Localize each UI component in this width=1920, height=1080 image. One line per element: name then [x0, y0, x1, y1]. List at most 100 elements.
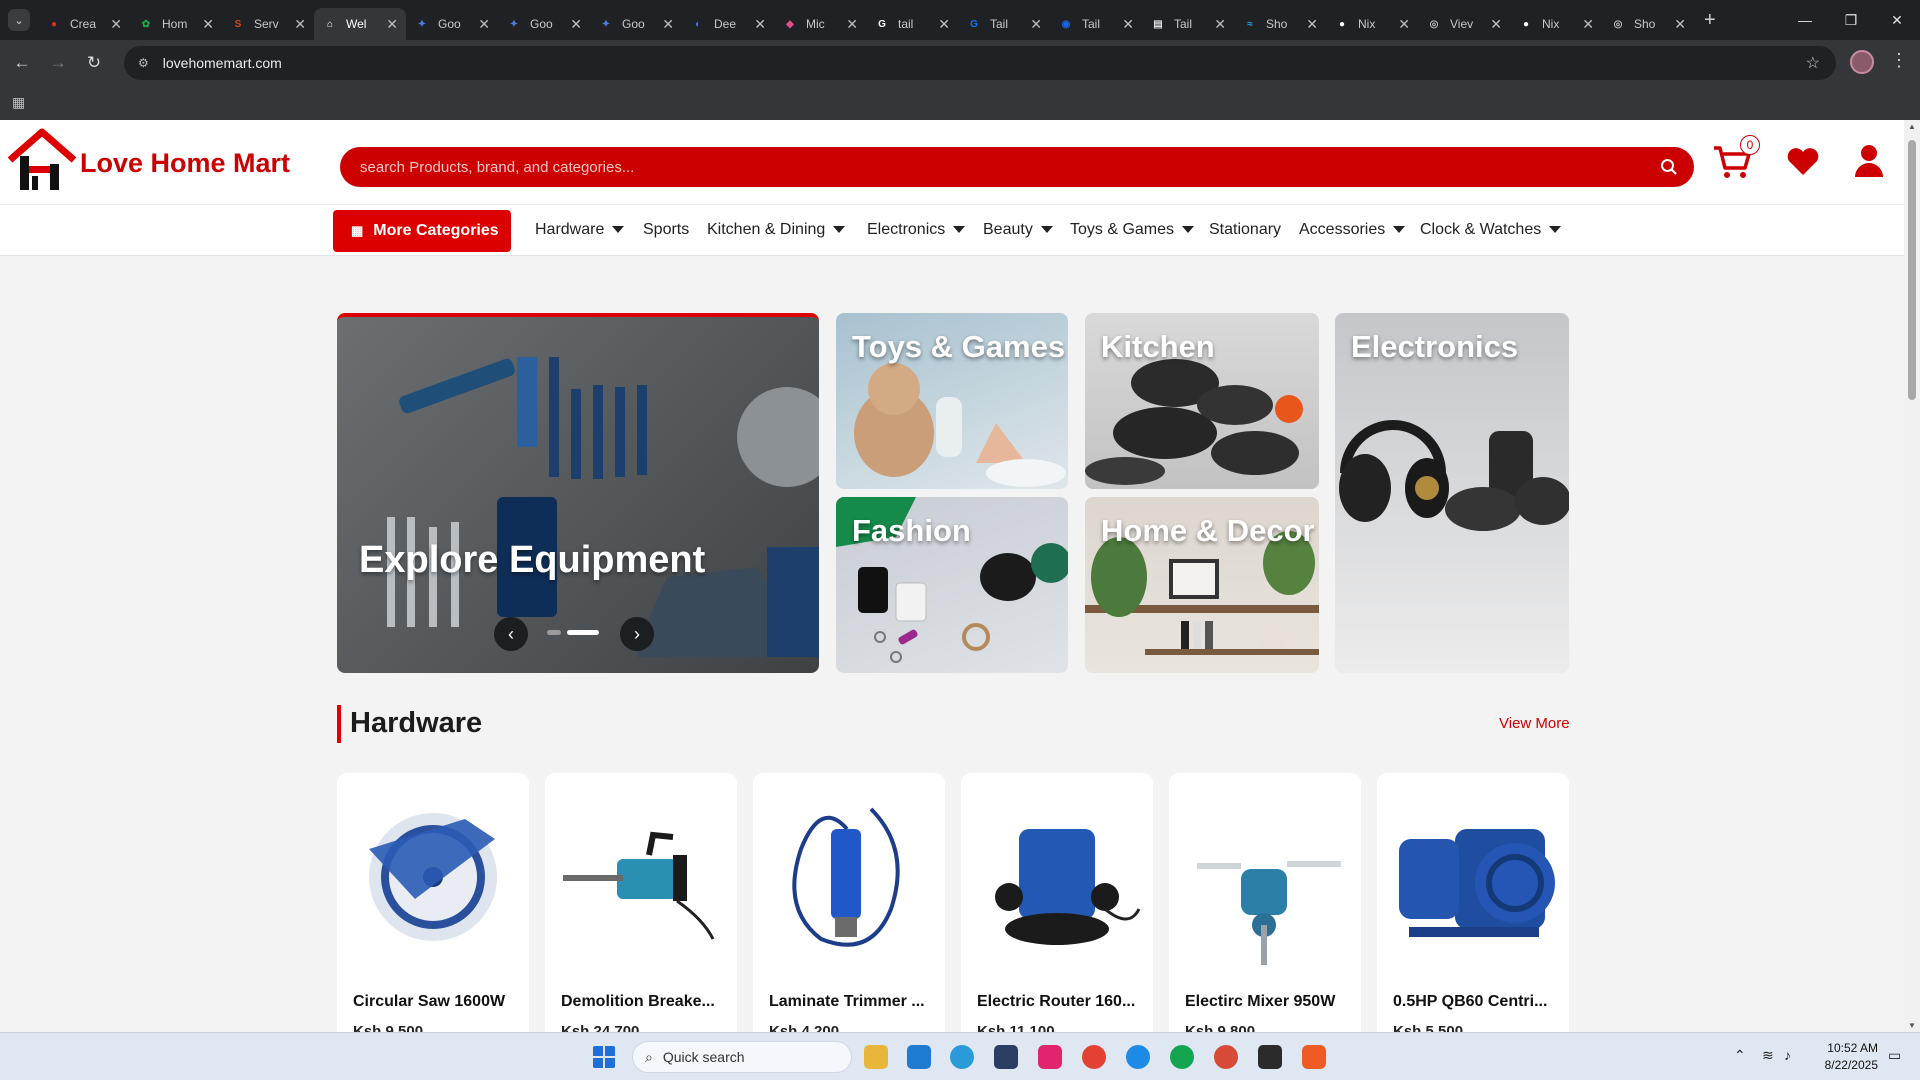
product-name[interactable]: Electric Router 160...: [977, 993, 1135, 1011]
file-explorer-icon[interactable]: [864, 1045, 888, 1069]
close-window-icon[interactable]: ✕: [1874, 12, 1920, 29]
category-link[interactable]: Accessories: [1299, 221, 1406, 239]
edge-icon[interactable]: [950, 1045, 974, 1069]
product-name[interactable]: Electirc Mixer 950W: [1185, 993, 1335, 1011]
slider-prev-button[interactable]: ‹: [494, 617, 528, 651]
browser-menu-icon[interactable]: ⋮: [1890, 50, 1908, 71]
brave-icon[interactable]: [1302, 1045, 1326, 1069]
browser-tab[interactable]: Gtail ✕: [866, 8, 958, 40]
browser-tab[interactable]: ✦ Goo ✕: [498, 8, 590, 40]
address-url[interactable]: lovehomemart.com: [163, 55, 282, 71]
browser-tab[interactable]: ● Nix ✕: [1510, 8, 1602, 40]
ssms-icon[interactable]: [994, 1045, 1018, 1069]
tray-chevron-icon[interactable]: ⌃: [1734, 1047, 1746, 1064]
taskbar-search[interactable]: ⌕ Quick search: [632, 1041, 852, 1073]
vscode-icon[interactable]: [907, 1045, 931, 1069]
tab-close-icon[interactable]: ✕: [846, 16, 858, 33]
tab-close-icon[interactable]: ✕: [1582, 16, 1594, 33]
browser-tab[interactable]: ◆ Mic ✕: [774, 8, 866, 40]
tile-toys-games[interactable]: Toys & Games: [836, 313, 1068, 489]
tab-close-icon[interactable]: ✕: [386, 16, 398, 33]
tile-kitchen[interactable]: Kitchen: [1085, 313, 1319, 489]
apps-grid-icon[interactable]: ▦: [12, 94, 25, 111]
tab-close-icon[interactable]: ✕: [1306, 16, 1318, 33]
product-card[interactable]: Electric Router 160... Ksh 11,100: [961, 773, 1153, 1032]
product-name[interactable]: 0.5HP QB60 Centri...: [1393, 993, 1547, 1011]
slack-icon[interactable]: [1038, 1045, 1062, 1069]
product-image[interactable]: [553, 789, 729, 965]
tab-close-icon[interactable]: ✕: [570, 16, 582, 33]
tab-close-icon[interactable]: ✕: [1214, 16, 1226, 33]
volume-icon[interactable]: ♪: [1784, 1047, 1791, 1063]
chrome-icon[interactable]: [1082, 1045, 1106, 1069]
slider-dot[interactable]: [547, 630, 561, 635]
browser-tab[interactable]: ⌂ Wel ✕: [314, 8, 406, 40]
tab-close-icon[interactable]: ✕: [202, 16, 214, 33]
category-link[interactable]: Kitchen & Dining: [707, 221, 846, 239]
new-tab-icon[interactable]: +: [1704, 9, 1716, 32]
product-card[interactable]: Demolition Breake... Ksh 24,700: [545, 773, 737, 1032]
tab-close-icon[interactable]: ✕: [1398, 16, 1410, 33]
mongodb-icon[interactable]: [1170, 1045, 1194, 1069]
terminal-icon[interactable]: [1258, 1045, 1282, 1069]
scroll-down-icon[interactable]: ▼: [1908, 1021, 1916, 1030]
search-icon[interactable]: [1660, 158, 1678, 176]
minimize-icon[interactable]: —: [1782, 12, 1828, 28]
tab-close-icon[interactable]: ✕: [478, 16, 490, 33]
category-link[interactable]: Clock & Watches: [1420, 221, 1562, 239]
tab-close-icon[interactable]: ✕: [110, 16, 122, 33]
product-image[interactable]: [761, 789, 937, 965]
back-icon[interactable]: ←: [4, 53, 40, 73]
tab-search-button[interactable]: ⌄: [8, 9, 30, 31]
slider-dot-active[interactable]: [567, 630, 599, 635]
tab-close-icon[interactable]: ✕: [1122, 16, 1134, 33]
search-input[interactable]: [360, 158, 1620, 176]
category-link[interactable]: Stationary: [1209, 221, 1281, 239]
browser-tab[interactable]: ◎ Viev ✕: [1418, 8, 1510, 40]
product-card[interactable]: Laminate Trimmer ... Ksh 4,200: [753, 773, 945, 1032]
category-link[interactable]: Toys & Games: [1070, 221, 1195, 239]
chrome-active-icon[interactable]: [1214, 1045, 1238, 1069]
browser-tab[interactable]: ◉ Tail ✕: [1050, 8, 1142, 40]
site-info-icon[interactable]: ⚙: [138, 56, 149, 70]
browser-tab[interactable]: ● Nix ✕: [1326, 8, 1418, 40]
browser-tab[interactable]: S Serv ✕: [222, 8, 314, 40]
product-card[interactable]: Electirc Mixer 950W Ksh 9,800: [1169, 773, 1361, 1032]
browser-tab[interactable]: ✦ Goo ✕: [590, 8, 682, 40]
heart-wishlist-icon[interactable]: [1786, 147, 1820, 177]
product-image[interactable]: [969, 789, 1145, 965]
category-link[interactable]: Beauty: [983, 221, 1053, 239]
tab-close-icon[interactable]: ✕: [1030, 16, 1042, 33]
tab-close-icon[interactable]: ✕: [1490, 16, 1502, 33]
page-scrollbar[interactable]: ▲ ▼: [1904, 120, 1920, 1032]
category-link[interactable]: Sports: [643, 221, 689, 239]
browser-tab[interactable]: ◎ Sho ✕: [1602, 8, 1694, 40]
tile-electronics[interactable]: Electronics: [1335, 313, 1569, 673]
profile-avatar[interactable]: [1850, 50, 1874, 74]
restore-icon[interactable]: ❐: [1828, 12, 1874, 29]
tile-fashion[interactable]: Fashion: [836, 497, 1068, 673]
view-more-link[interactable]: View More: [1499, 715, 1570, 732]
tab-close-icon[interactable]: ✕: [662, 16, 674, 33]
user-account-icon[interactable]: [1854, 144, 1884, 178]
product-name[interactable]: Laminate Trimmer ...: [769, 993, 925, 1011]
address-bar[interactable]: ⚙ lovehomemart.com ☆: [124, 46, 1836, 80]
more-categories-button[interactable]: ▦ More Categories: [333, 210, 511, 252]
windows-start-icon[interactable]: [592, 1045, 616, 1069]
product-card[interactable]: 0.5HP QB60 Centri... Ksh 5,500: [1377, 773, 1569, 1032]
tab-close-icon[interactable]: ✕: [754, 16, 766, 33]
product-image[interactable]: [1177, 789, 1353, 965]
browser-tab[interactable]: ◐ Dee ✕: [682, 8, 774, 40]
browser-tab[interactable]: ≈ Sho ✕: [1234, 8, 1326, 40]
product-name[interactable]: Demolition Breake...: [561, 993, 715, 1011]
house-logo-icon[interactable]: [6, 126, 78, 196]
scroll-up-icon[interactable]: ▲: [1908, 122, 1916, 131]
browser-tab[interactable]: G Tail ✕: [958, 8, 1050, 40]
browser-tab[interactable]: ✿ Hom ✕: [130, 8, 222, 40]
tab-close-icon[interactable]: ✕: [294, 16, 306, 33]
tab-close-icon[interactable]: ✕: [938, 16, 950, 33]
product-name[interactable]: Circular Saw 1600W: [353, 993, 505, 1011]
forward-icon[interactable]: →: [40, 53, 76, 73]
reload-icon[interactable]: ↻: [76, 53, 112, 73]
browser-tab[interactable]: ▤ Tail ✕: [1142, 8, 1234, 40]
